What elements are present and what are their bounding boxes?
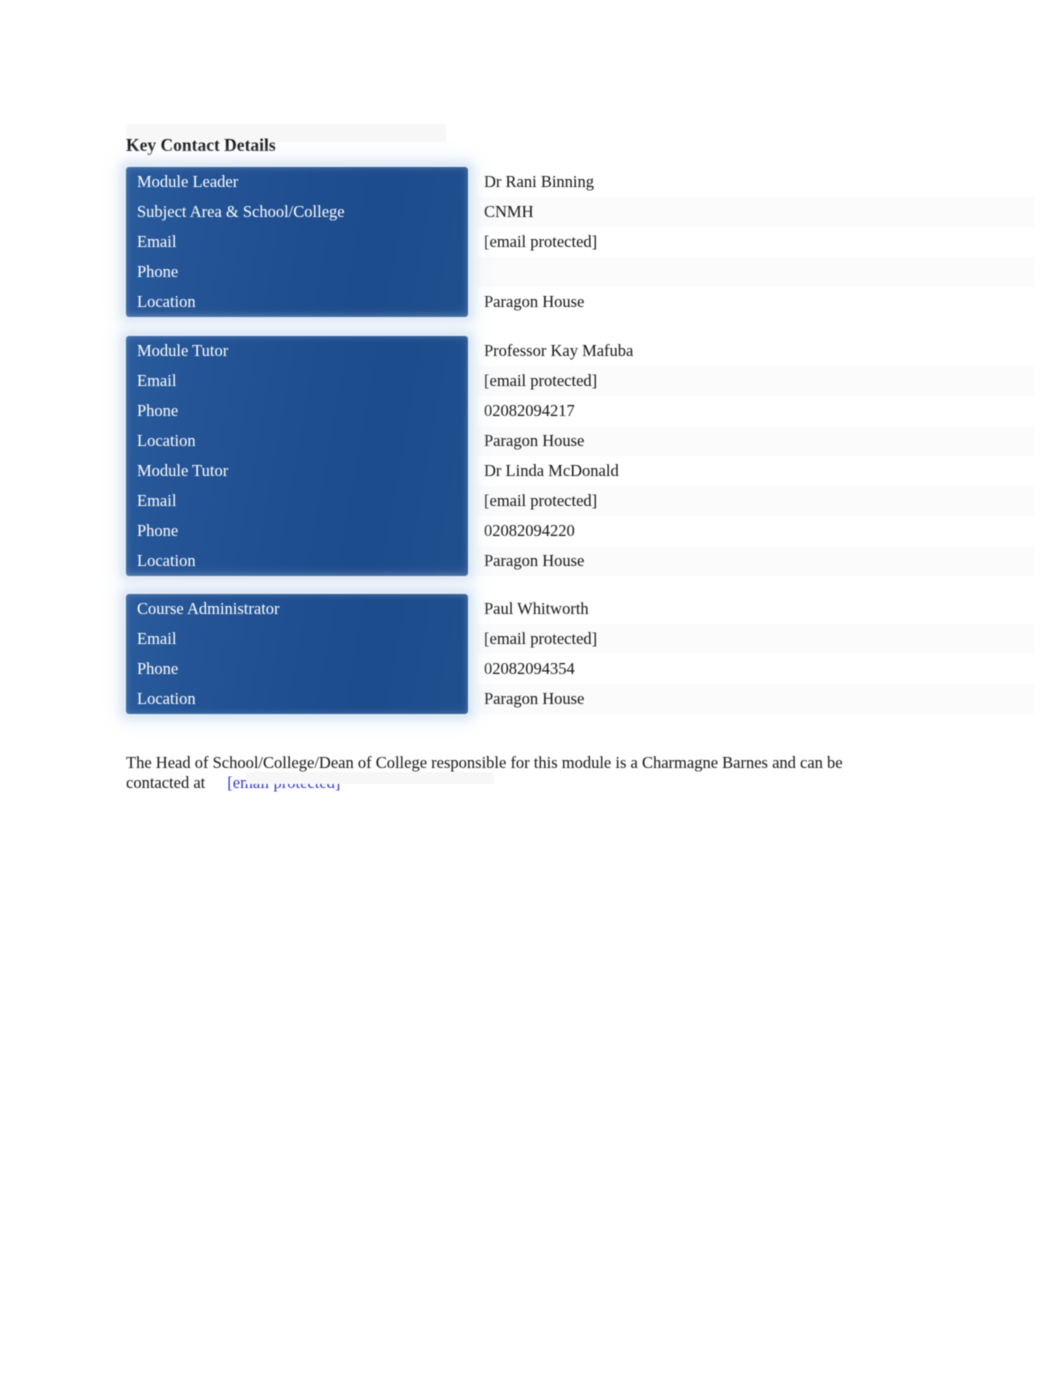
row-value: 02082094354 [484,659,575,678]
table-row: Location Paragon House [126,546,1034,576]
table-row: Module Tutor Professor Kay Mafuba [126,336,1034,366]
table-row: Module Tutor Dr Linda McDonald [126,456,1034,486]
row-label: Location [137,292,196,311]
row-label: Email [137,232,177,251]
row-value: Dr Linda McDonald [484,461,619,480]
table-row: Phone 02082094354 [126,654,1034,684]
table-row: Location Paragon House [126,684,1034,714]
page-title: Key Contact Details [126,134,276,155]
row-label: Course Administrator [137,599,280,618]
row-value: 02082094217 [484,401,575,420]
row-label: Location [137,689,196,708]
table-row: Phone 02082094217 [126,396,1034,426]
email-link[interactable]: [email protected] [227,773,340,792]
row-label: Module Leader [137,172,239,191]
document-page: Key Contact Details Module Leader Dr Ran… [0,0,1062,1377]
row-label: Phone [137,401,179,420]
table-row: Phone [126,257,1034,287]
row-label: Module Tutor [137,461,229,480]
row-value: 02082094220 [484,521,575,540]
contact-table-module-leader: Module Leader Dr Rani Binning Subject Ar… [126,167,1034,317]
table-row: Email [email protected] [126,486,1034,516]
row-label: Phone [137,262,179,281]
table-row: Email [email protected] [126,227,1034,257]
closing-paragraph: The Head of School/College/Dean of Colle… [126,753,886,794]
row-label: Phone [137,521,179,540]
row-value: [email protected] [484,232,598,251]
row-label: Phone [137,659,179,678]
row-value: CNMH [484,202,534,221]
row-value: Paragon House [484,292,585,311]
row-label: Email [137,629,177,648]
contact-table-course-administrator: Course Administrator Paul Whitworth Emai… [126,594,1034,714]
row-label: Module Tutor [137,341,229,360]
table-row: Email [email protected] [126,366,1034,396]
row-label: Location [137,551,196,570]
table-row: Subject Area & School/College CNMH [126,197,1034,227]
row-label: Email [137,491,177,510]
row-value: Paragon House [484,431,585,450]
row-value: Paragon House [484,689,585,708]
table-row: Module Leader Dr Rani Binning [126,167,1034,197]
row-value: [email protected] [484,491,598,510]
row-value: [email protected] [484,371,598,390]
row-value: Paragon House [484,551,585,570]
row-value: Professor Kay Mafuba [484,341,634,360]
contact-table-module-tutors: Module Tutor Professor Kay Mafuba Email … [126,336,1034,576]
document-body: Key Contact Details Module Leader Dr Ran… [0,0,1062,1377]
row-value: Dr Rani Binning [484,172,594,191]
row-value: [email protected] [484,629,598,648]
table-row: Course Administrator Paul Whitworth [126,594,1034,624]
row-label: Email [137,371,177,390]
row-label: Subject Area & School/College [137,202,345,221]
table-row: Phone 02082094220 [126,516,1034,546]
table-row: Location Paragon House [126,426,1034,456]
row-value: Paul Whitworth [484,599,589,618]
table-row: Location Paragon House [126,287,1034,317]
row-label: Location [137,431,196,450]
table-row: Email [email protected] [126,624,1034,654]
